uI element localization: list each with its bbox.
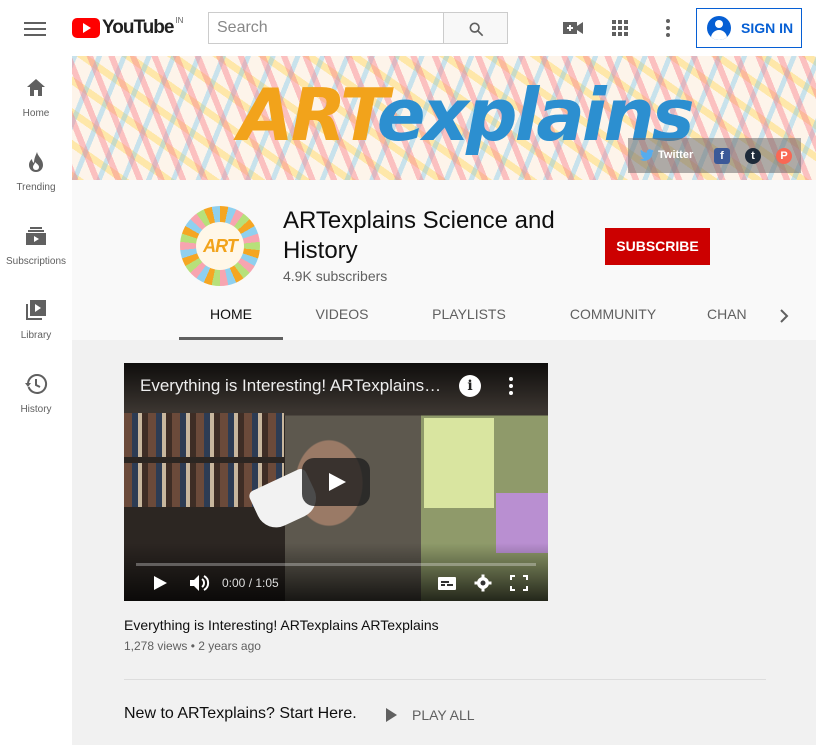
sidebar-item-home[interactable]: Home bbox=[0, 56, 72, 130]
progress-bar[interactable] bbox=[136, 563, 536, 566]
patreon-icon[interactable]: P bbox=[776, 148, 792, 164]
volume-icon[interactable] bbox=[188, 573, 210, 593]
region-code: IN bbox=[175, 15, 184, 25]
play-icon[interactable] bbox=[152, 573, 168, 593]
search-icon bbox=[469, 22, 484, 37]
twitter-icon bbox=[640, 149, 654, 161]
logo-text: YouTube bbox=[102, 17, 174, 38]
subscriber-count: 4.9K subscribers bbox=[283, 268, 388, 284]
more-options-icon[interactable] bbox=[504, 375, 518, 397]
sidebar-item-label: Trending bbox=[16, 182, 56, 193]
subscriptions-icon bbox=[26, 227, 46, 245]
play-all-button[interactable]: PLAY ALL bbox=[386, 705, 475, 725]
subtitles-icon[interactable] bbox=[437, 573, 457, 593]
banner-art-text: ART bbox=[238, 73, 380, 157]
player-video-title[interactable]: Everything is Interesting! ARTexplains… bbox=[140, 376, 458, 396]
sidebar-item-subscriptions[interactable]: Subscriptions bbox=[0, 204, 72, 278]
search-button[interactable] bbox=[443, 12, 508, 44]
account-icon bbox=[707, 16, 731, 40]
twitter-label: Twitter bbox=[658, 149, 694, 161]
masthead: YouTube IN SIGN IN bbox=[0, 0, 816, 56]
tab-videos[interactable]: VIDEOS bbox=[283, 292, 401, 338]
sidebar-item-trending[interactable]: Trending bbox=[0, 130, 72, 204]
tumblr-icon[interactable]: t bbox=[745, 148, 761, 164]
tabs-scroll-right-icon[interactable] bbox=[772, 304, 796, 328]
settings-gear-icon[interactable] bbox=[473, 573, 493, 593]
sidebar-item-label: Home bbox=[22, 108, 50, 119]
play-all-icon bbox=[386, 708, 397, 722]
create-video-icon[interactable] bbox=[561, 16, 585, 40]
settings-more-icon[interactable] bbox=[656, 16, 680, 40]
guide-sidebar: Home Trending Subscriptions Library Hist… bbox=[0, 56, 72, 745]
channel-links: Twitter f t P bbox=[628, 138, 801, 173]
tab-community[interactable]: COMMUNITY bbox=[537, 292, 689, 338]
sign-in-button[interactable]: SIGN IN bbox=[696, 8, 802, 48]
channel-banner: ARTexplains Twitter f t P bbox=[72, 56, 816, 180]
sign-in-label: SIGN IN bbox=[741, 20, 794, 36]
subscribe-button[interactable]: SUBSCRIBE bbox=[605, 228, 710, 265]
facebook-icon[interactable]: f bbox=[714, 148, 730, 164]
play-all-label: PLAY ALL bbox=[412, 707, 475, 723]
apps-grid-icon[interactable] bbox=[608, 16, 632, 40]
tab-home[interactable]: HOME bbox=[179, 292, 283, 340]
video-frame-decor bbox=[124, 413, 284, 457]
library-icon bbox=[26, 300, 46, 320]
shelf-title[interactable]: New to ARTexplains? Start Here. bbox=[124, 705, 357, 723]
time-display: 0:00 / 1:05 bbox=[222, 576, 279, 590]
fullscreen-icon[interactable] bbox=[510, 573, 528, 593]
featured-video-title[interactable]: Everything is Interesting! ARTexplains A… bbox=[124, 617, 439, 633]
info-icon[interactable]: i bbox=[459, 375, 481, 397]
trending-icon bbox=[29, 152, 43, 172]
play-button[interactable] bbox=[302, 458, 370, 506]
search-input[interactable] bbox=[208, 12, 444, 44]
banner-artwork-title: ARTexplains bbox=[238, 70, 695, 160]
twitter-link[interactable]: Twitter bbox=[640, 149, 693, 161]
home-icon bbox=[27, 79, 45, 96]
featured-video-player[interactable]: Everything is Interesting! ARTexplains… … bbox=[124, 363, 548, 601]
sidebar-item-history[interactable]: History bbox=[0, 352, 72, 426]
channel-avatar-logo: ART bbox=[196, 222, 244, 270]
menu-icon[interactable] bbox=[24, 18, 46, 38]
sidebar-item-label: History bbox=[20, 404, 52, 415]
sidebar-item-label: Library bbox=[20, 330, 52, 341]
sidebar-item-library[interactable]: Library bbox=[0, 278, 72, 352]
featured-video-meta: 1,278 views • 2 years ago bbox=[124, 639, 261, 653]
youtube-play-icon bbox=[72, 18, 100, 38]
youtube-logo[interactable]: YouTube IN bbox=[72, 16, 183, 40]
sidebar-item-label: Subscriptions bbox=[5, 256, 67, 267]
channel-title: ARTexplains Science and History bbox=[283, 207, 555, 264]
channel-avatar[interactable]: ART bbox=[180, 206, 260, 286]
history-icon bbox=[25, 373, 48, 394]
tab-playlists[interactable]: PLAYLISTS bbox=[401, 292, 537, 338]
section-divider bbox=[124, 679, 766, 680]
channel-header: ART ARTexplains Science and History 4.9K… bbox=[72, 180, 816, 340]
tab-channels[interactable]: CHAN bbox=[707, 292, 777, 338]
video-frame-decor bbox=[424, 418, 494, 508]
